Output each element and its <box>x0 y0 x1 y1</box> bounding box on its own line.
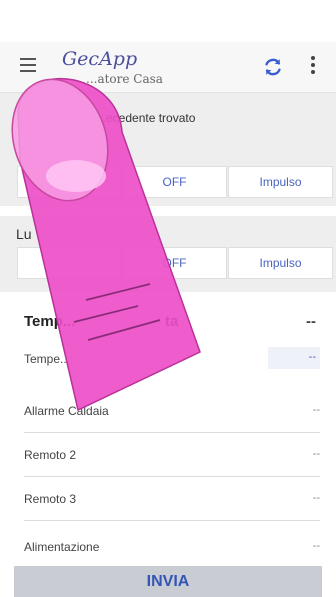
row-label: Alimentazione <box>24 540 100 554</box>
row-label: Allarme Caldaia <box>24 404 109 418</box>
lights-panel: Lu OFF Impulso <box>0 216 336 292</box>
row-label: Remoto 2 <box>24 448 77 462</box>
refresh-icon[interactable] <box>262 56 284 78</box>
lights-controls: OFF Impulso <box>17 247 333 279</box>
app-title: GecApp <box>62 48 138 70</box>
menu-icon[interactable] <box>20 58 36 74</box>
section-divider <box>0 206 336 216</box>
lights-on-button[interactable] <box>17 247 121 279</box>
more-options-icon[interactable] <box>308 56 318 78</box>
list-item: Allarme Caldaia -- <box>24 392 320 433</box>
list-item: Alimentazione -- <box>24 528 320 568</box>
row-value: -- <box>312 448 320 460</box>
status-panel: ...ecedente trovato OFF Impulso <box>0 93 336 206</box>
status-message: ...ecedente trovato <box>96 111 196 125</box>
app-subtitle: ...atore Casa <box>86 72 163 86</box>
lights-label: Lu <box>16 226 32 242</box>
row-value: -- <box>312 404 320 416</box>
list-item: Remoto 3 -- <box>24 480 320 521</box>
temperature-title-tail: ta <box>165 313 179 330</box>
temperature-value: -- <box>306 313 316 330</box>
row-value: -- <box>312 540 320 552</box>
row-value: -- <box>312 492 320 504</box>
temperature-setpoint-label: Tempe... <box>24 352 71 366</box>
row-label: Remoto 3 <box>24 492 77 506</box>
lights-pulse-button[interactable]: Impulso <box>228 247 333 279</box>
send-button[interactable]: INVIA <box>14 566 322 597</box>
relay-1-on-button[interactable] <box>17 166 121 198</box>
app-bar: GecApp ...atore Casa <box>0 42 336 93</box>
list-item: Remoto 2 -- <box>24 436 320 477</box>
lights-off-button[interactable]: OFF <box>122 247 227 279</box>
temperature-setpoint-input[interactable]: -- <box>268 347 320 369</box>
relay-1-controls: OFF Impulso <box>17 166 333 198</box>
top-spacer <box>0 0 336 42</box>
relay-1-pulse-button[interactable]: Impulso <box>228 166 333 198</box>
relay-1-off-button[interactable]: OFF <box>122 166 227 198</box>
temperature-title: Temp... <box>24 313 76 330</box>
